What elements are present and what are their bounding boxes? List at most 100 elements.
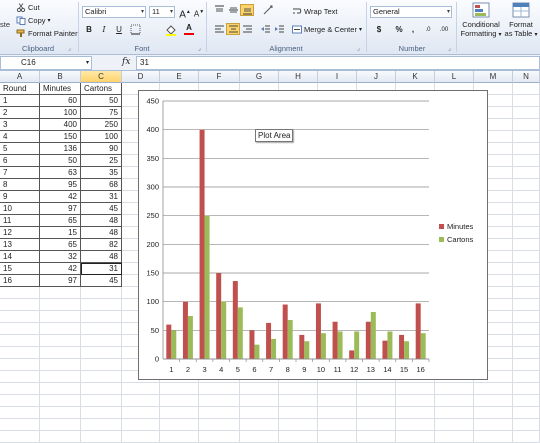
empty-cell[interactable]: [40, 287, 81, 299]
bar-cartons-16[interactable]: [420, 333, 426, 359]
empty-cell[interactable]: [513, 119, 540, 131]
chart-object[interactable]: 0 50 100 150 200 250 300 350 400 450 1 2 3 4 5 6 7 8 9 10 11…: [138, 90, 488, 380]
table-cell[interactable]: 60: [40, 95, 81, 107]
empty-cell[interactable]: [357, 395, 396, 407]
empty-cell[interactable]: [81, 395, 122, 407]
number-format-combo[interactable]: General ▾: [370, 6, 452, 18]
column-header-n[interactable]: N: [513, 71, 540, 83]
percent-button[interactable]: %: [392, 24, 406, 36]
empty-cell[interactable]: [513, 383, 540, 395]
comma-button[interactable]: ,: [406, 24, 420, 36]
empty-cell[interactable]: [318, 407, 357, 419]
table-header-cell[interactable]: Cartons: [81, 83, 122, 95]
empty-cell[interactable]: [40, 371, 81, 383]
bar-cartons-14[interactable]: [387, 331, 393, 359]
column-header-b[interactable]: B: [40, 71, 81, 83]
table-cell[interactable]: 7: [0, 167, 40, 179]
table-cell[interactable]: 9: [0, 191, 40, 203]
column-header-a[interactable]: A: [0, 71, 40, 83]
table-cell[interactable]: 5: [0, 143, 40, 155]
bar-minutes-15[interactable]: [399, 334, 405, 359]
font-name-combo[interactable]: Calibri ▾: [82, 6, 146, 18]
empty-cell[interactable]: [513, 371, 540, 383]
empty-cell[interactable]: [435, 383, 474, 395]
table-cell[interactable]: 75: [81, 107, 122, 119]
bar-cartons-2[interactable]: [187, 316, 193, 359]
table-cell[interactable]: 15: [0, 263, 40, 275]
bar-cartons-9[interactable]: [304, 341, 310, 359]
empty-cell[interactable]: [513, 275, 540, 287]
empty-cell[interactable]: [81, 347, 122, 359]
empty-cell[interactable]: [357, 419, 396, 431]
empty-cell[interactable]: [0, 407, 40, 419]
empty-cell[interactable]: [474, 395, 513, 407]
bar-cartons-8[interactable]: [287, 320, 293, 359]
align-center-button[interactable]: [226, 23, 240, 35]
empty-cell[interactable]: [513, 95, 540, 107]
empty-cell[interactable]: [318, 383, 357, 395]
column-header-m[interactable]: M: [474, 71, 513, 83]
bar-minutes-3[interactable]: [199, 129, 205, 359]
empty-cell[interactable]: [513, 395, 540, 407]
empty-cell[interactable]: [396, 407, 435, 419]
empty-cell[interactable]: [0, 323, 40, 335]
empty-cell[interactable]: [0, 299, 40, 311]
table-cell[interactable]: 42: [40, 263, 81, 275]
number-launcher-icon[interactable]: ⌟: [448, 45, 451, 52]
empty-cell[interactable]: [40, 323, 81, 335]
bar-cartons-4[interactable]: [221, 301, 227, 359]
column-header-g[interactable]: G: [240, 71, 279, 83]
table-cell[interactable]: 31: [81, 263, 122, 275]
bar-minutes-14[interactable]: [382, 340, 388, 359]
bar-minutes-6[interactable]: [249, 330, 255, 359]
copy-button[interactable]: Copy ▾: [16, 16, 51, 25]
empty-cell[interactable]: [199, 383, 240, 395]
empty-cell[interactable]: [160, 395, 199, 407]
empty-cell[interactable]: [318, 419, 357, 431]
empty-cell[interactable]: [81, 299, 122, 311]
empty-cell[interactable]: [240, 383, 279, 395]
table-cell[interactable]: 400: [40, 119, 81, 131]
empty-cell[interactable]: [513, 239, 540, 251]
table-cell[interactable]: 1: [0, 95, 40, 107]
empty-cell[interactable]: [396, 395, 435, 407]
empty-cell[interactable]: [0, 347, 40, 359]
cut-button[interactable]: Cut: [16, 3, 40, 12]
formula-input[interactable]: 31: [136, 56, 540, 70]
bold-button[interactable]: B: [82, 24, 96, 36]
empty-cell[interactable]: [513, 419, 540, 431]
paste-button-partial[interactable]: ste: [0, 20, 10, 29]
empty-cell[interactable]: [40, 299, 81, 311]
empty-cell[interactable]: [513, 359, 540, 371]
empty-cell[interactable]: [513, 335, 540, 347]
table-cell[interactable]: 45: [81, 275, 122, 287]
legend-label-cartons[interactable]: Cartons: [447, 235, 474, 244]
bar-minutes-2[interactable]: [182, 301, 188, 359]
table-cell[interactable]: 97: [40, 203, 81, 215]
table-cell[interactable]: 42: [40, 191, 81, 203]
currency-button[interactable]: $: [372, 24, 386, 36]
empty-cell[interactable]: [513, 311, 540, 323]
empty-cell[interactable]: [513, 227, 540, 239]
fill-color-button[interactable]: [164, 24, 178, 36]
table-cell[interactable]: 12: [0, 227, 40, 239]
table-cell[interactable]: 100: [40, 107, 81, 119]
empty-cell[interactable]: [240, 407, 279, 419]
empty-cell[interactable]: [0, 383, 40, 395]
legend-swatch-minutes[interactable]: [439, 224, 444, 229]
align-bottom-button[interactable]: [240, 4, 254, 16]
table-cell[interactable]: 68: [81, 179, 122, 191]
table-cell[interactable]: 15: [40, 227, 81, 239]
bar-cartons-11[interactable]: [337, 331, 343, 359]
empty-cell[interactable]: [513, 107, 540, 119]
bar-cartons-7[interactable]: [271, 338, 277, 359]
empty-cell[interactable]: [40, 359, 81, 371]
empty-cell[interactable]: [81, 287, 122, 299]
empty-cell[interactable]: [240, 419, 279, 431]
decrease-decimal-button[interactable]: .00: [437, 24, 451, 36]
empty-cell[interactable]: [0, 335, 40, 347]
table-cell[interactable]: 3: [0, 119, 40, 131]
grow-font-button[interactable]: A▲: [178, 6, 192, 20]
increase-decimal-button[interactable]: .0: [421, 24, 435, 36]
font-size-combo[interactable]: 11 ▾: [149, 6, 175, 18]
